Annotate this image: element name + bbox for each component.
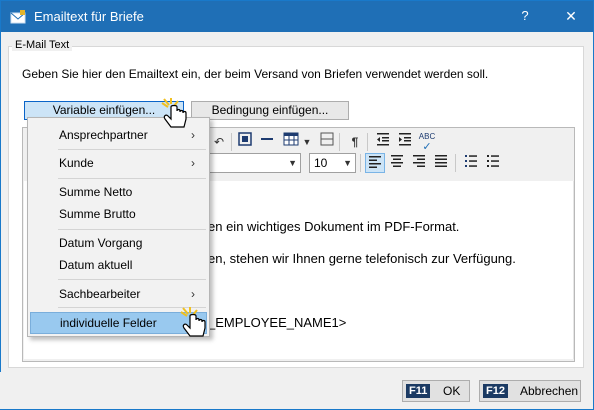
menu-item-label: Datum Vorgang — [59, 236, 143, 250]
document-line: en, stehen wir Ihnen gerne telefonisch z… — [208, 251, 516, 266]
letter-envelope-icon — [10, 10, 26, 24]
instruction-text: Geben Sie hier den Emailtext ein, der be… — [22, 67, 489, 81]
font-size-select[interactable]: 10 ▼ — [309, 153, 356, 173]
menu-item-summe-netto[interactable]: Summe Netto — [30, 181, 207, 203]
outdent-icon[interactable] — [373, 132, 393, 152]
title-bar[interactable]: Emailtext für Briefe ? ✕ — [1, 1, 593, 32]
insert-condition-button[interactable]: Bedingung einfügen... — [191, 101, 349, 120]
menu-item-label: individuelle Felder — [60, 316, 157, 330]
menu-item-summe-brutto[interactable]: Summe Brutto — [30, 203, 207, 225]
align-right-icon[interactable] — [409, 153, 429, 173]
numbered-list-icon[interactable] — [483, 153, 503, 173]
document-scroll-edge — [573, 181, 574, 359]
font-size-value: 10 — [314, 156, 328, 170]
formatting-toolbar-row-1: ↶ ▼ ¶ ABC ✓ — [209, 132, 569, 154]
table-icon[interactable] — [281, 132, 301, 152]
menu-item-label: Kunde — [59, 156, 94, 170]
document-line: _EMPLOYEE_NAME1> — [208, 315, 347, 330]
cancel-label: Abbrechen — [520, 384, 579, 398]
help-button[interactable]: ? — [515, 6, 535, 26]
horizontal-line-icon[interactable] — [257, 132, 277, 152]
menu-item-sachbearbeiter[interactable]: Sachbearbeiter › — [30, 283, 207, 305]
shortcut-key-badge: F12 — [483, 384, 508, 398]
document-line: en ein wichtiges Dokument im PDF-Format. — [208, 219, 460, 234]
shortcut-key-badge: F11 — [406, 384, 431, 398]
table-dropdown-icon[interactable]: ▼ — [301, 132, 313, 152]
bullet-list-icon[interactable] — [461, 153, 481, 173]
menu-item-label: Summe Netto — [59, 185, 133, 199]
window-title: Emailtext für Briefe — [34, 9, 144, 24]
group-label: E-Mail Text — [12, 39, 73, 51]
submenu-arrow-icon: › — [191, 156, 195, 170]
insert-image-icon[interactable] — [235, 132, 255, 152]
align-justify-icon[interactable] — [431, 153, 451, 173]
chevron-down-icon: ▼ — [343, 158, 352, 168]
menu-item-label: Ansprechpartner — [59, 128, 148, 142]
menu-item-datum-vorgang[interactable]: Datum Vorgang — [30, 232, 207, 254]
ok-label: OK — [443, 384, 461, 398]
submenu-arrow-icon: › — [191, 287, 195, 301]
cancel-button[interactable]: F12 Abbrechen — [479, 380, 581, 402]
menu-item-label: Sachbearbeiter — [59, 287, 141, 301]
menu-item-kunde[interactable]: Kunde › — [30, 152, 207, 174]
menu-item-label: Summe Brutto — [59, 207, 136, 221]
chevron-down-icon: ▼ — [288, 158, 297, 168]
align-left-icon[interactable] — [365, 153, 385, 173]
menu-item-label: Datum aktuell — [59, 258, 133, 272]
indent-icon[interactable] — [395, 132, 415, 152]
close-button[interactable]: ✕ — [561, 6, 581, 26]
font-family-select[interactable]: ▼ — [208, 153, 301, 173]
hand-cursor-icon — [161, 98, 187, 128]
menu-item-datum-aktuell[interactable]: Datum aktuell — [30, 254, 207, 276]
spellcheck-icon[interactable]: ABC ✓ — [417, 132, 437, 153]
submenu-arrow-icon: › — [191, 128, 195, 142]
align-center-icon[interactable] — [387, 153, 407, 173]
ok-button[interactable]: F11 OK — [402, 380, 470, 402]
table-properties-icon[interactable] — [317, 132, 337, 152]
paragraph-marks-icon[interactable]: ¶ — [345, 132, 365, 152]
undo-icon[interactable]: ↶ — [209, 132, 229, 152]
hand-cursor-icon — [180, 307, 206, 337]
variable-context-menu: Ansprechpartner › Kunde › Summe Netto Su… — [27, 117, 210, 337]
